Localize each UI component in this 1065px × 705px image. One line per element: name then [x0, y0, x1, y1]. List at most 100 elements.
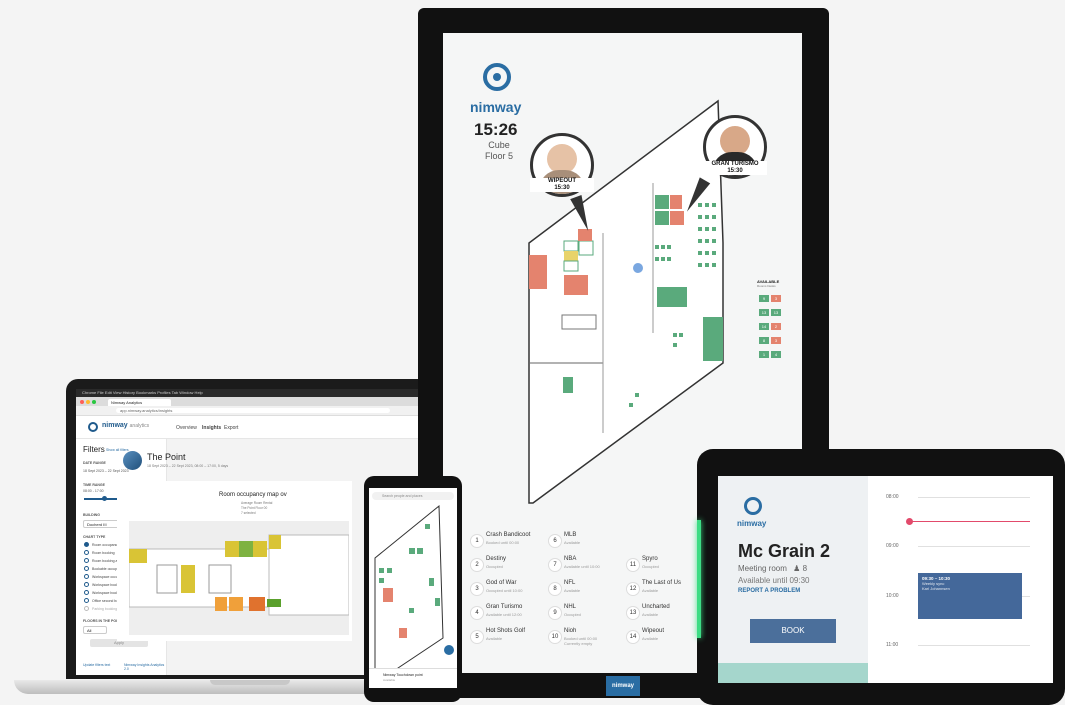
legend-value: 4 [771, 351, 781, 358]
pin-label: WIPEOUT 15:30 [530, 178, 594, 192]
maximize-window-icon[interactable] [92, 400, 96, 404]
building-label: BUILDING [83, 513, 100, 517]
chart-type-option: Room booking [92, 551, 115, 555]
room-item[interactable]: 9 NHL Occupied [548, 602, 626, 624]
app-header: nimway analytics Overview Insights Expor… [76, 416, 428, 439]
legend-value: 2 [771, 323, 781, 330]
time-range-label: TIME RANGE [83, 483, 105, 487]
chart-type-label: CHART TYPE [83, 535, 106, 539]
room-capacity: 8 [802, 564, 808, 573]
report-problem-link[interactable]: REPORT A PROBLEM [738, 588, 800, 594]
event-time: 09:30 – 10:30 [922, 576, 951, 581]
room-item[interactable]: 13 Uncharted Available [626, 602, 704, 624]
minimize-window-icon[interactable] [86, 400, 90, 404]
floors-select[interactable]: All [83, 626, 107, 634]
legend-value: 1 [759, 351, 769, 358]
legend-value: 9 [759, 295, 769, 302]
room-item[interactable]: 4 Gran Turismo Available until 12:00 [470, 602, 548, 624]
app-brand-suffix: analytics [129, 423, 150, 429]
browser-tab[interactable]: Nimway Analytics [108, 399, 171, 406]
browser-tabbar: Nimway Analytics [76, 397, 428, 406]
chart-type-option: Room occupancy [92, 543, 120, 547]
sheet-subtitle: Available [383, 678, 396, 682]
floor-plan-graphic [128, 534, 350, 616]
schedule-gridline [918, 546, 1030, 547]
url-input[interactable]: app.nimway.analytics/insights [116, 408, 390, 413]
slider-start-handle[interactable] [102, 496, 107, 501]
pin-time: 15:30 [554, 185, 570, 191]
room-item[interactable]: 12 The Last of Us Available [626, 578, 704, 600]
chart-type-radio[interactable] [84, 582, 89, 587]
room-item[interactable]: 2 Destiny Occupied [470, 554, 548, 576]
room-name: Mc Grain 2 [738, 541, 831, 561]
calendar-event[interactable]: 09:30 – 10:30 Weekly sync Karl Johannsen [918, 573, 1022, 619]
kiosk-footer-brand: nimway [606, 676, 640, 696]
room-item[interactable]: 14 Wipeout Available [626, 626, 704, 648]
chart-type-radio[interactable] [84, 566, 89, 571]
room-type: Meeting room [738, 564, 787, 573]
room-extra-status: Currently empty [564, 641, 593, 646]
page-subtitle: 18 Sept 2023 – 22 Sept 2023, 08:00 – 17:… [147, 464, 229, 468]
room-item[interactable]: 6 MLB Available [548, 530, 626, 552]
floors-label: FLOORS IN THE POINT [83, 619, 122, 623]
chart-type-radio[interactable] [84, 558, 89, 563]
show-all-filters-link[interactable]: Show all filters [106, 448, 129, 452]
event-organizer: Karl Johannsen [922, 586, 950, 591]
room-item[interactable]: 3 God of War Occupied until 10:00 [470, 578, 548, 600]
legend-value: 13 [759, 309, 769, 316]
card-title: Room occupancy map ov [219, 492, 287, 498]
room-item[interactable]: 1 Crash Bandicoot Booked until 00:00 [470, 530, 548, 552]
footer-link-right[interactable]: Nimway Insights Analytics 2.0 [124, 663, 166, 671]
footer-link-left[interactable]: Update filters text [83, 663, 110, 667]
room-item[interactable]: 5 Hot Shots Golf Available [470, 626, 548, 648]
room-availability: Available until 09:30 [738, 576, 810, 585]
availability-strip [718, 663, 868, 683]
schedule-time: 10:00 [886, 593, 899, 599]
book-button[interactable]: BOOK [750, 619, 836, 643]
chart-type-radio[interactable] [84, 542, 89, 547]
room-item[interactable]: 8 NFL Available [548, 578, 626, 600]
schedule-time: 11:00 [886, 642, 899, 648]
legend-value: 8 [759, 337, 769, 344]
time-range-value: 08:00 - 17:00 [83, 489, 104, 493]
nav-insights[interactable]: Insights [202, 425, 221, 431]
date-range-value[interactable]: 18 Sept 2023 – 22 Sept 2023 [83, 469, 129, 473]
building-avatar [123, 451, 142, 470]
date-range-label: DATE RANGE [83, 461, 106, 465]
pin-name: WIPEOUT [548, 178, 576, 184]
close-window-icon[interactable] [80, 400, 84, 404]
phone-floor-plan[interactable] [369, 488, 457, 688]
locate-button[interactable] [444, 645, 454, 655]
nav-export[interactable]: Export [224, 425, 238, 431]
chart-type-radio[interactable] [84, 550, 89, 555]
phone-screen: Nimway Touchdown point Available [369, 488, 457, 688]
mac-menu-bar: Chrome File Edit View History Bookmarks … [76, 389, 428, 397]
room-item[interactable]: 10 Nioh Booked until 00:00 Currently empty [548, 626, 626, 648]
current-time-line [910, 521, 1030, 522]
room-item[interactable]: 7 NBA Available until 10:00 [548, 554, 626, 576]
chart-type-radio[interactable] [84, 574, 89, 579]
nimway-logo-icon [744, 497, 762, 515]
nav-overview[interactable]: Overview [176, 425, 197, 431]
chart-type-radio[interactable] [84, 606, 89, 611]
occupancy-floor-map[interactable] [128, 521, 350, 635]
schedule-time: 09:00 [886, 543, 899, 549]
kiosk-location: Cube Floor 5 [477, 140, 521, 162]
chart-type-radio[interactable] [84, 598, 89, 603]
chart-type-radio[interactable] [84, 590, 89, 595]
legend-value: 14 [759, 323, 769, 330]
pin-time: 15:30 [727, 168, 743, 174]
room-item[interactable]: 11 Spyro Occupied [626, 554, 704, 576]
phone-bottom-sheet[interactable]: Nimway Touchdown point Available [369, 668, 457, 688]
status-led [697, 520, 701, 638]
browser-urlbar: app.nimway.analytics/insights [76, 406, 428, 416]
room-meta: Meeting room ♟ 8 [738, 564, 807, 573]
kiosk-floor: Floor 5 [484, 151, 513, 161]
phone-search-input[interactable]: Search people and places [372, 492, 454, 500]
kiosk-brand: nimway [470, 99, 522, 115]
person-icon: ♟ [793, 564, 801, 573]
legend-value: 3 [771, 295, 781, 302]
app-brand: nimway analytics [102, 422, 150, 429]
occupancy-card: Room occupancy map ov Average Room Renta… [117, 481, 352, 641]
card-line: Average Room Rental [241, 501, 273, 505]
